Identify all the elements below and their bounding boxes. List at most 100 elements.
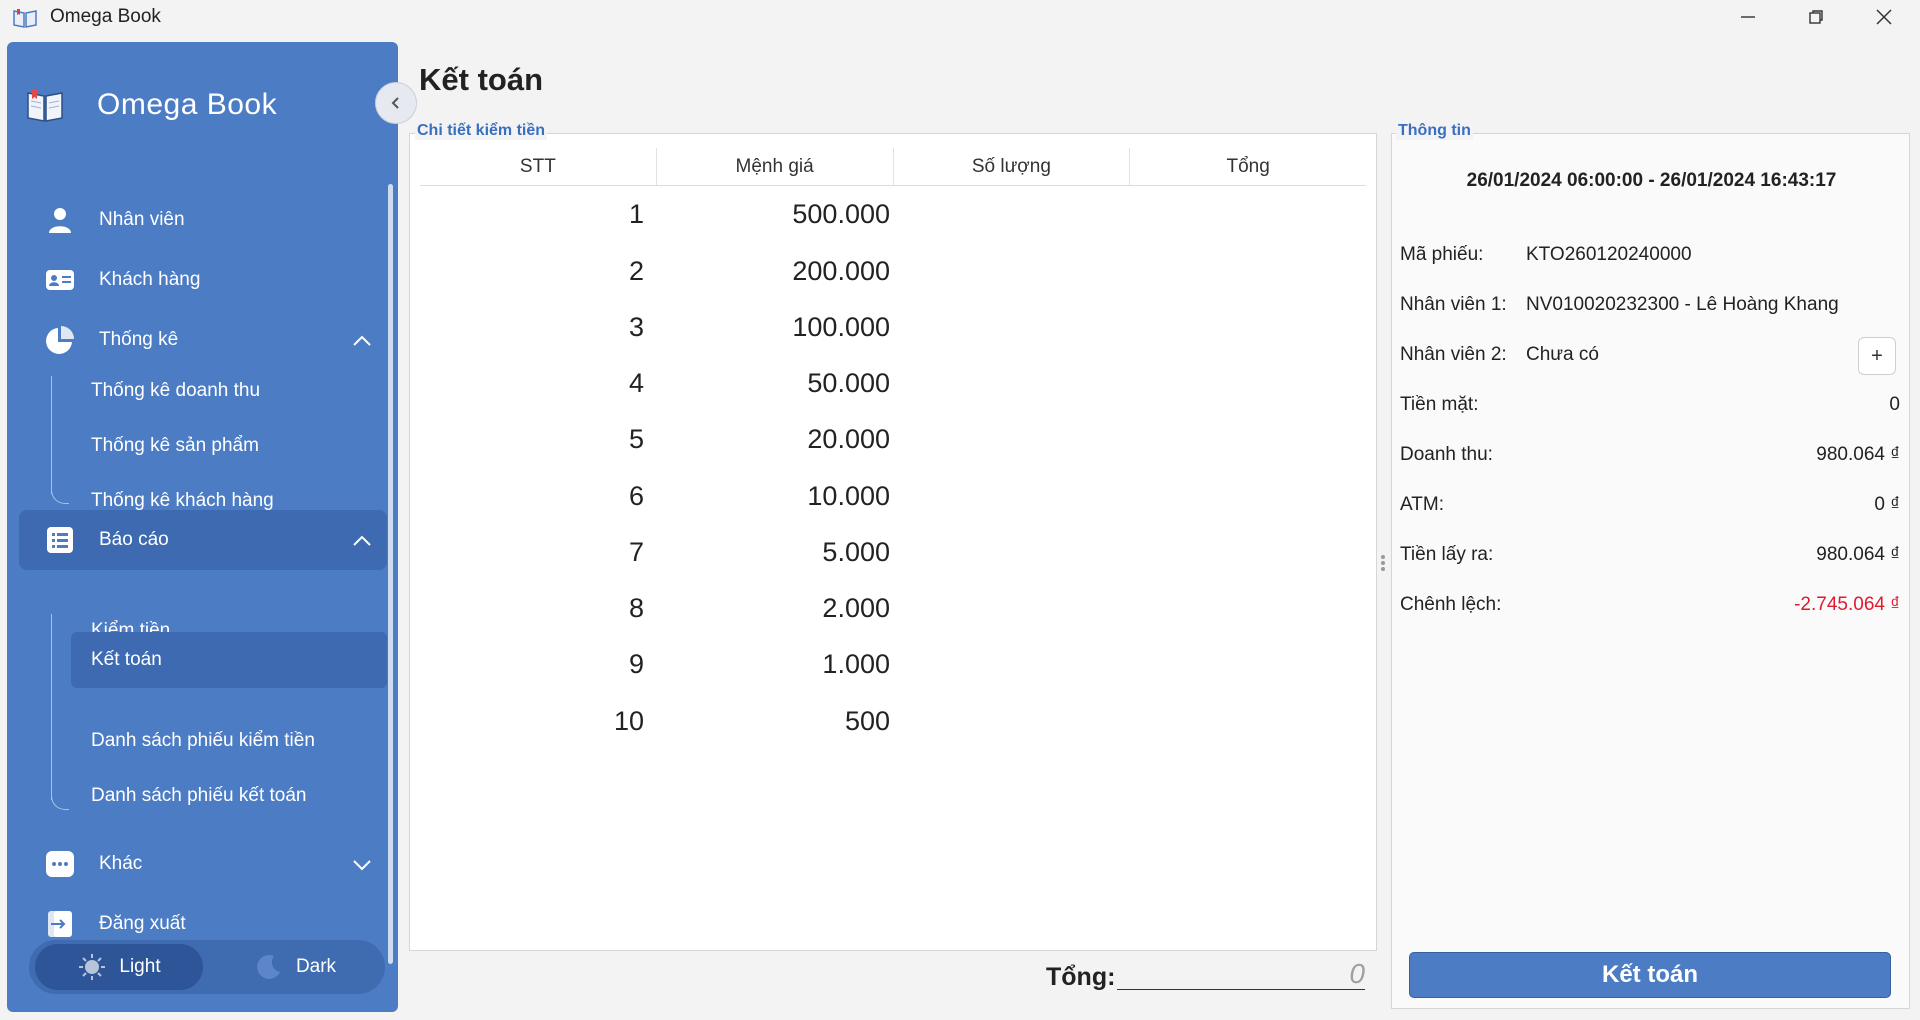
period-range: 26/01/2024 06:00:00 - 26/01/2024 16:43:1… bbox=[1466, 170, 1837, 191]
tree-line bbox=[51, 792, 69, 810]
window-title: Omega Book bbox=[50, 6, 161, 27]
sidebar-subitem-label: Thống kê doanh thu bbox=[91, 380, 261, 401]
brand-name: Omega Book bbox=[97, 88, 278, 121]
sidebar-item-khac[interactable]: Khác bbox=[19, 836, 387, 892]
cell-stt: 7 bbox=[628, 537, 644, 567]
chevron-left-icon bbox=[391, 97, 399, 109]
minimize-icon bbox=[1741, 16, 1755, 18]
tien-mat-row: Tiền mặt: 0 bbox=[1400, 390, 1900, 420]
table-row[interactable]: 9 1.000 bbox=[420, 636, 1366, 692]
cell-stt: 3 bbox=[628, 312, 644, 342]
nhan-vien-2-label: Nhân viên 2: bbox=[1400, 344, 1507, 365]
ma-phieu-value: KTO260120240000 bbox=[1526, 244, 1692, 265]
table-row[interactable]: 6 10.000 bbox=[420, 468, 1366, 524]
sidebar-subitem-danh-sach-phieu-kiem-tien[interactable]: Danh sách phiếu kiểm tiền bbox=[71, 714, 387, 768]
theme-light-option[interactable]: Light bbox=[35, 944, 203, 990]
sidebar-subitem-thong-ke-san-pham[interactable]: Thống kê sản phẩm bbox=[71, 419, 387, 473]
column-header-menh-gia[interactable]: Mệnh giá bbox=[657, 148, 894, 185]
doanh-thu-label: Doanh thu: bbox=[1400, 444, 1493, 465]
theme-dark-label: Dark bbox=[295, 956, 337, 977]
sidebar-subitem-label: Danh sách phiếu kết toán bbox=[91, 785, 307, 806]
sidebar-item-label: Khác bbox=[99, 853, 143, 874]
table-row[interactable]: 8 2.000 bbox=[420, 580, 1366, 636]
info-legend: Thông tin bbox=[1396, 122, 1473, 140]
tien-lay-ra-row: Tiền lấy ra: 980.064 ₫ bbox=[1400, 540, 1900, 570]
chenh-lech-row: Chênh lệch: -2.745.064 ₫ bbox=[1400, 590, 1900, 620]
sidebar-item-label: Báo cáo bbox=[99, 529, 169, 550]
close-icon bbox=[1876, 9, 1892, 25]
detail-groupbox: STT Mệnh giá Số lượng Tổng 1 500.000 2 200… bbox=[409, 133, 1377, 951]
tien-lay-ra-value: 980.064 ₫ bbox=[1816, 544, 1900, 565]
sidebar-subitem-thong-ke-doanh-thu[interactable]: Thống kê doanh thu bbox=[71, 364, 387, 418]
chevron-down-icon bbox=[353, 860, 371, 871]
table-row[interactable]: 3 100.000 bbox=[420, 299, 1366, 355]
tien-lay-ra-label: Tiền lấy ra: bbox=[1400, 544, 1494, 565]
cell-menh-gia: 1.000 bbox=[822, 649, 890, 679]
cell-menh-gia: 50.000 bbox=[807, 368, 890, 398]
chenh-lech-value: -2.745.064 ₫ bbox=[1794, 594, 1900, 615]
add-employee-2-button[interactable]: + bbox=[1858, 337, 1896, 375]
sun-icon bbox=[79, 954, 106, 980]
sidebar-subitem-label: Thống kê khách hàng bbox=[91, 490, 274, 511]
tree-line bbox=[51, 376, 52, 494]
sidebar-item-bao-cao[interactable]: Báo cáo bbox=[19, 510, 387, 570]
more-icon bbox=[43, 847, 77, 881]
book-logo-icon bbox=[27, 89, 63, 122]
cell-stt: 2 bbox=[628, 256, 644, 286]
sidebar-subitem-ket-toan[interactable]: Kết toán bbox=[71, 632, 387, 688]
sidebar-subitem-label: Danh sách phiếu kiểm tiền bbox=[91, 730, 315, 751]
moon-icon bbox=[257, 954, 280, 979]
ket-toan-button[interactable]: Kết toán bbox=[1409, 952, 1891, 998]
chenh-lech-label: Chênh lệch: bbox=[1400, 594, 1502, 615]
sidebar-scrollbar[interactable] bbox=[388, 184, 393, 964]
column-header-so-luong[interactable]: Số lượng bbox=[894, 148, 1131, 185]
sidebar-collapse-button[interactable] bbox=[375, 82, 417, 124]
table-row[interactable]: 2 200.000 bbox=[420, 243, 1366, 299]
cell-menh-gia: 10.000 bbox=[807, 481, 890, 511]
table-row[interactable]: 5 20.000 bbox=[420, 411, 1366, 467]
cell-menh-gia: 500 bbox=[844, 706, 890, 736]
table-row[interactable]: 4 50.000 bbox=[420, 355, 1366, 411]
sidebar-item-label: Nhân viên bbox=[99, 209, 185, 230]
cell-stt: 5 bbox=[628, 424, 644, 454]
sidebar-item-nhan-vien[interactable]: Nhân viên bbox=[19, 192, 387, 248]
sidebar-subitem-label: Thống kê sản phẩm bbox=[91, 435, 259, 456]
table-row[interactable]: 7 5.000 bbox=[420, 524, 1366, 580]
atm-value: 0 ₫ bbox=[1874, 494, 1900, 515]
column-header-stt[interactable]: STT bbox=[420, 148, 657, 185]
table-row[interactable]: 10 500 bbox=[420, 693, 1366, 749]
column-header-tong[interactable]: Tổng bbox=[1130, 148, 1366, 185]
theme-dark-option[interactable]: Dark bbox=[211, 944, 379, 990]
total-label: Tổng: bbox=[1046, 963, 1116, 991]
sidebar-item-label: Khách hàng bbox=[99, 269, 201, 290]
cell-menh-gia: 20.000 bbox=[807, 424, 890, 454]
cell-stt: 8 bbox=[628, 593, 644, 623]
splitter-handle[interactable] bbox=[1380, 553, 1386, 579]
tree-line bbox=[51, 614, 52, 800]
minimize-button[interactable] bbox=[1714, 0, 1782, 34]
sidebar-subitem-danh-sach-phieu-ket-toan[interactable]: Danh sách phiếu kết toán bbox=[71, 769, 387, 823]
restore-button[interactable] bbox=[1782, 0, 1850, 34]
pie-chart-icon bbox=[43, 323, 77, 357]
cell-menh-gia: 5.000 bbox=[822, 537, 890, 567]
cell-menh-gia: 200.000 bbox=[792, 256, 890, 286]
atm-label: ATM: bbox=[1400, 494, 1444, 515]
nhan-vien-1-label: Nhân viên 1: bbox=[1400, 294, 1507, 315]
tien-mat-value: 0 bbox=[1889, 394, 1900, 415]
page-title: Kết toán bbox=[419, 62, 543, 97]
nhan-vien-1-row: Nhân viên 1: NV010020232300 - Lê Hoàng K… bbox=[1400, 290, 1900, 320]
sidebar-item-khach-hang[interactable]: Khách hàng bbox=[19, 252, 387, 308]
close-button[interactable] bbox=[1850, 0, 1918, 34]
cell-stt: 10 bbox=[613, 706, 644, 736]
sidebar-item-label: Thống kê bbox=[99, 329, 179, 350]
atm-row: ATM: 0 ₫ bbox=[1400, 490, 1900, 520]
tree-line bbox=[51, 486, 69, 504]
tien-mat-label: Tiền mặt: bbox=[1400, 394, 1479, 415]
theme-light-label: Light bbox=[119, 956, 161, 977]
cell-menh-gia: 100.000 bbox=[792, 312, 890, 342]
cell-menh-gia: 500.000 bbox=[792, 199, 890, 229]
table-row[interactable]: 1 500.000 bbox=[420, 186, 1366, 242]
sidebar-item-thong-ke[interactable]: Thống kê bbox=[19, 312, 387, 368]
logout-icon bbox=[43, 907, 77, 941]
cell-stt: 1 bbox=[628, 199, 644, 229]
